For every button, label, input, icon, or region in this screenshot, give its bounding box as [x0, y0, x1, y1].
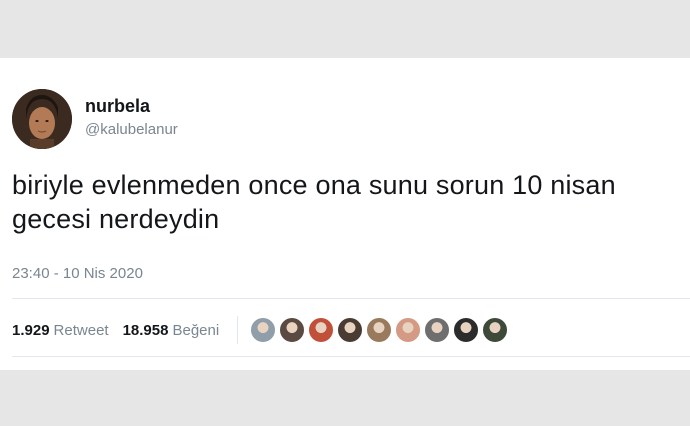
- engagement-stats: 1.929 Retweet 18.958 Beğeni: [12, 316, 511, 344]
- retweet-label: Retweet: [53, 321, 109, 339]
- liker-avatar-8[interactable]: [453, 317, 480, 343]
- display-name[interactable]: nurbela: [85, 96, 150, 117]
- user-handle[interactable]: @kalubelanur: [85, 121, 178, 138]
- retweet-stat[interactable]: 1.929 Retweet: [12, 322, 109, 339]
- liker-avatar-1[interactable]: [250, 317, 277, 343]
- tweet-text: biriyle evlenmeden once ona sunu sorun 1…: [12, 170, 616, 234]
- like-label: Beğeni: [172, 321, 220, 339]
- liker-avatar-2[interactable]: [279, 317, 306, 343]
- liker-avatar-5[interactable]: [366, 317, 393, 343]
- tweet-timestamp[interactable]: 23:40 - 10 Nis 2020: [12, 265, 143, 282]
- user-avatar[interactable]: [12, 89, 72, 149]
- avatar-portrait-icon: [12, 89, 72, 149]
- liker-avatar-3[interactable]: [308, 317, 335, 343]
- tweet-card: nurbela @kalubelanur biriyle evlenmeden …: [0, 58, 690, 370]
- divider: [237, 316, 239, 344]
- divider: [12, 298, 690, 299]
- divider: [12, 356, 690, 357]
- retweet-count: 1.929: [12, 321, 50, 339]
- like-count: 18.958: [122, 321, 169, 339]
- liker-avatar-6[interactable]: [395, 317, 422, 343]
- like-stat[interactable]: 18.958 Beğeni: [123, 322, 220, 339]
- liker-avatar-7[interactable]: [424, 317, 451, 343]
- liker-avatars: [250, 317, 511, 343]
- liker-avatar-9[interactable]: [482, 317, 509, 343]
- liker-avatar-4[interactable]: [337, 317, 364, 343]
